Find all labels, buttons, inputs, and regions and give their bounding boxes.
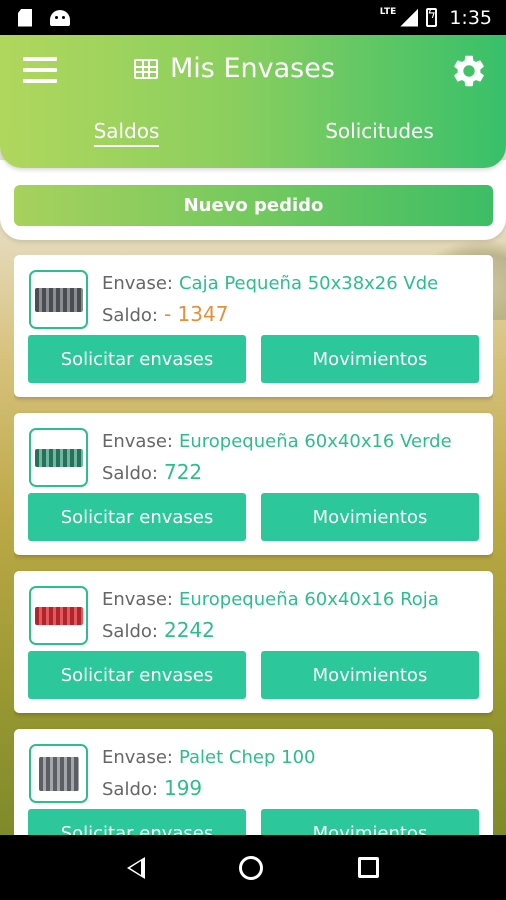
movements-button[interactable]: Movimientos [261, 493, 479, 541]
movements-button[interactable]: Movimientos [261, 335, 479, 383]
request-containers-button[interactable]: Solicitar envases [28, 809, 246, 835]
action-panel: Nuevo pedido [0, 160, 506, 240]
envase-label: Envase: [102, 747, 173, 768]
saldo-label: Saldo: [102, 779, 158, 800]
request-containers-button[interactable]: Solicitar envases [28, 493, 246, 541]
envase-name: Palet Chep 100 [178, 747, 316, 768]
envase-label: Envase: [102, 589, 173, 610]
status-bar: LTE 1:35 [0, 0, 506, 35]
container-info: Envase: Caja Pequeña 50x38x26 Vde Saldo: -… [102, 269, 482, 331]
tab-bar: Saldos Solicitudes [0, 119, 506, 147]
envase-name: Europequeña 60x40x16 Verde [178, 431, 452, 452]
movements-button[interactable]: Movimientos [261, 651, 479, 699]
saldo-label: Saldo: [102, 305, 158, 326]
saldo-value: 199 [163, 776, 203, 800]
container-thumbnail [29, 428, 88, 487]
tab-saldos-label: Saldos [93, 119, 160, 147]
saldo-value: - 1347 [163, 302, 229, 326]
title-group: Mis Envases [134, 53, 335, 84]
container-thumbnail [29, 744, 88, 803]
network-type: LTE [379, 6, 397, 17]
tab-solicitudes-label: Solicitudes [325, 119, 434, 143]
sd-card-icon [18, 8, 32, 27]
envase-label: Envase: [102, 431, 173, 452]
battery-charging-icon [426, 7, 438, 27]
saldo-value: 2242 [163, 618, 215, 642]
hamburger-menu-icon[interactable] [23, 57, 57, 83]
envase-name: Europequeña 60x40x16 Roja [178, 589, 439, 610]
android-icon [50, 9, 70, 26]
container-list[interactable]: Envase: Caja Pequeña 50x38x26 Vde Saldo: -… [14, 255, 493, 835]
tab-solicitudes[interactable]: Solicitudes [253, 119, 506, 143]
container-card: Envase: Europequeña 60x40x16 Verde Saldo:… [14, 413, 493, 555]
app-header: Mis Envases Saldos Solicitudes [0, 35, 506, 168]
container-card: Envase: Palet Chep 100 Saldo: 199 Solicita… [14, 729, 493, 835]
container-info: Envase: Europequeña 60x40x16 Roja Saldo: 2… [102, 585, 482, 647]
page-title: Mis Envases [170, 53, 335, 84]
tab-saldos[interactable]: Saldos [0, 119, 253, 147]
saldo-label: Saldo: [102, 463, 158, 484]
status-time: 1:35 [449, 6, 492, 29]
system-nav-bar [0, 835, 506, 900]
saldo-value: 722 [163, 460, 203, 484]
saldo-label: Saldo: [102, 621, 158, 642]
container-thumbnail [29, 270, 88, 329]
container-card: Envase: Europequeña 60x40x16 Roja Saldo: 2… [14, 571, 493, 713]
signal-icon [400, 8, 419, 27]
container-card: Envase: Caja Pequeña 50x38x26 Vde Saldo: -… [14, 255, 493, 397]
green-crate-image [34, 448, 83, 467]
envase-name: Caja Pequeña 50x38x26 Vde [178, 273, 439, 294]
movements-button[interactable]: Movimientos [261, 809, 479, 835]
new-order-button[interactable]: Nuevo pedido [14, 185, 493, 226]
envase-label: Envase: [102, 273, 173, 294]
container-info: Envase: Europequeña 60x40x16 Verde Saldo:… [102, 427, 482, 489]
table-icon [134, 58, 158, 79]
recent-apps-square-icon[interactable] [357, 857, 379, 878]
container-info: Envase: Palet Chep 100 Saldo: 199 [102, 743, 482, 805]
request-containers-button[interactable]: Solicitar envases [28, 651, 246, 699]
red-crate-image [34, 606, 83, 625]
request-containers-button[interactable]: Solicitar envases [28, 335, 246, 383]
gear-icon[interactable] [450, 52, 488, 90]
back-triangle-icon[interactable] [127, 856, 146, 879]
grey-crate-image [34, 287, 83, 312]
home-circle-icon[interactable] [239, 855, 264, 880]
grey-tall-crate-image [38, 756, 79, 791]
container-thumbnail [29, 586, 88, 645]
